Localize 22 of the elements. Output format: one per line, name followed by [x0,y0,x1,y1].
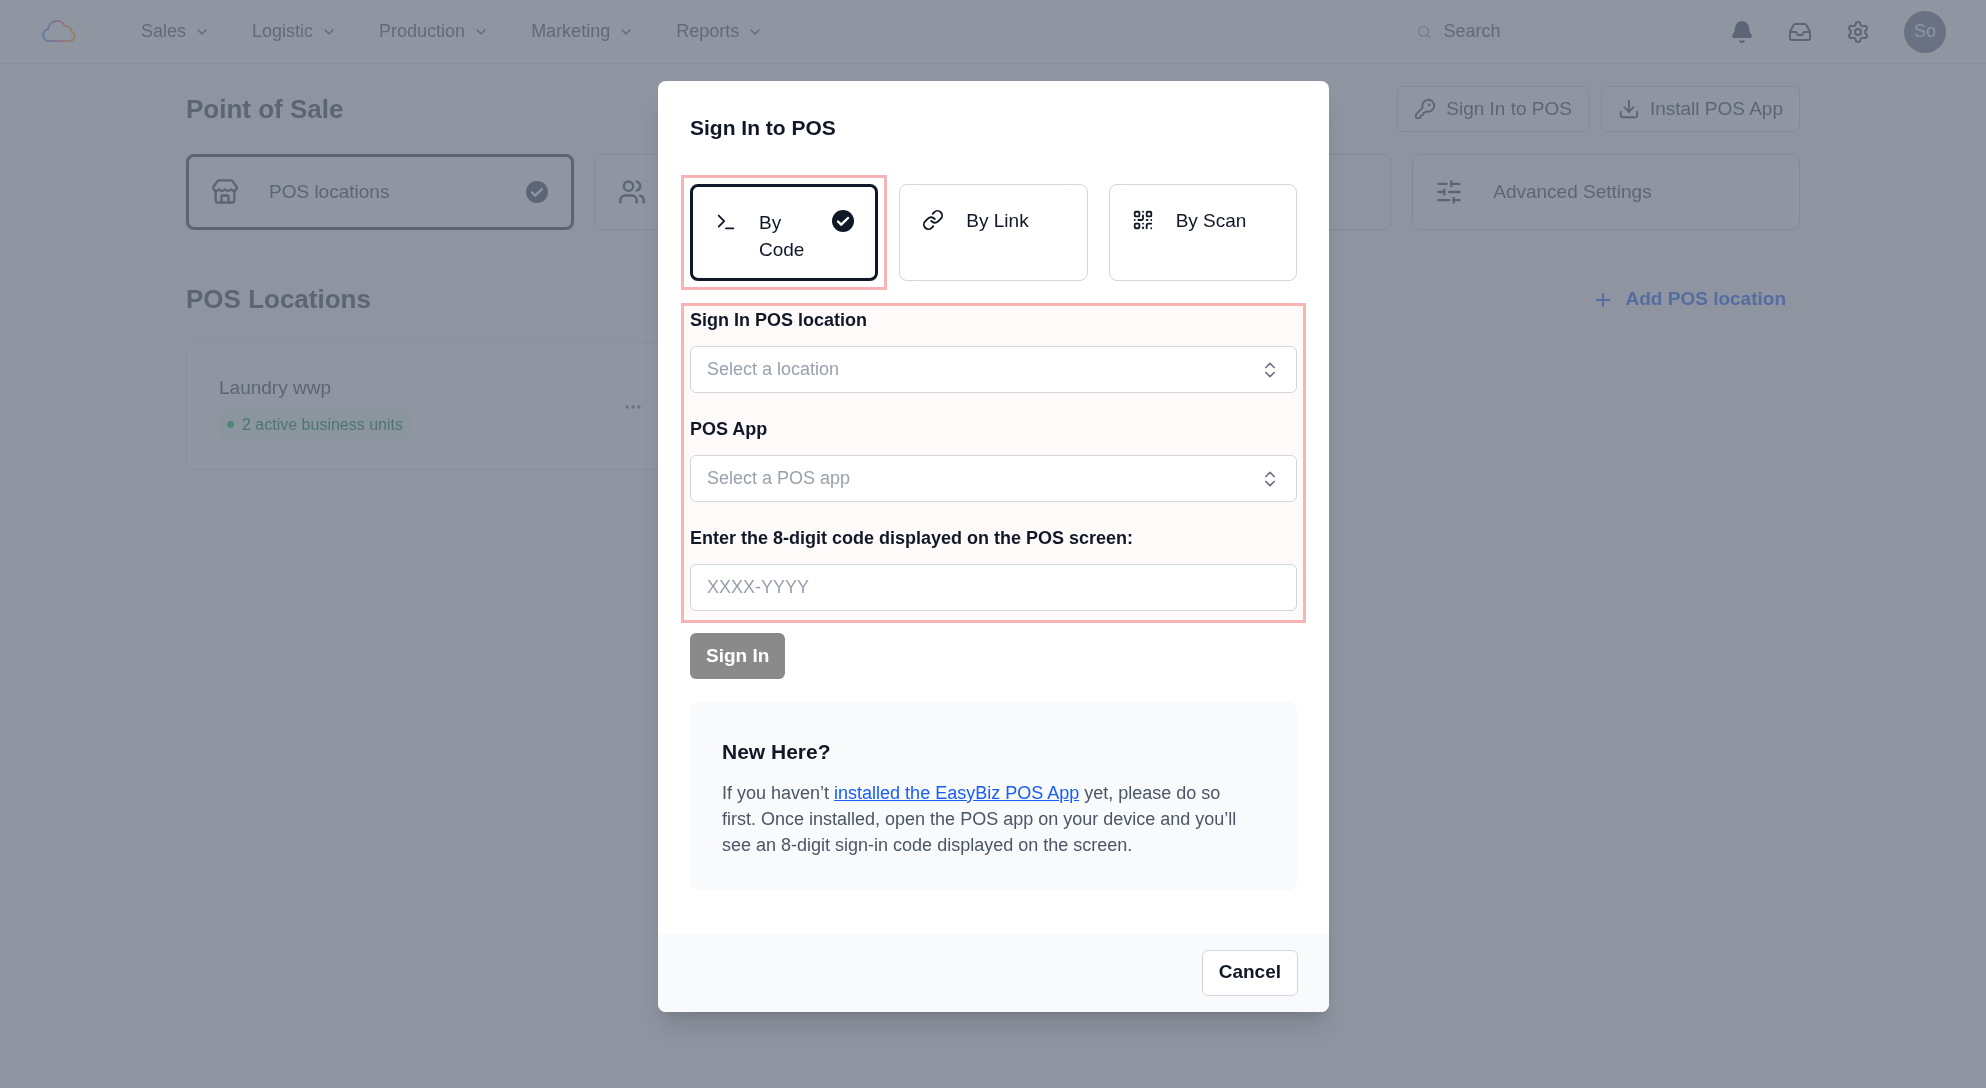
field-label: Enter the 8-digit code displayed on the POS screen: [690,527,1135,550]
install-app-link[interactable]: installed the EasyBiz POS App [834,782,1080,803]
method-option[interactable]: By Code [690,184,879,281]
method-option[interactable]: By Link [899,184,1088,281]
method-label: By Link [966,209,1030,233]
select-placeholder: Select a POS app [707,467,851,490]
help-title: New Here? [722,739,832,765]
check-circle-icon [831,209,856,233]
code-input[interactable]: XXXX-YYYY [690,564,1297,611]
method-option[interactable]: By Scan [1108,184,1297,281]
method-label: By Scan [1175,209,1248,233]
cancel-button[interactable]: Cancel [1201,949,1298,996]
qr-code-icon [1131,209,1154,231]
method-label: By Code [759,211,806,262]
field-label: POS App [690,418,769,441]
field-label: Sign In POS location [690,309,868,332]
link-icon [922,209,945,231]
select-field[interactable]: Select a POS app [690,455,1297,502]
select-field[interactable]: Select a location [690,346,1297,393]
select-placeholder: Select a location [707,358,840,381]
dialog-title: Sign In to POS [690,115,837,141]
help-text: If you haven’t installed the EasyBiz POS App yet, please do so first. Once installed, open the POS app on your device and you’ll see an 8-digit sign-in code displayed on the screen. [722,781,1238,857]
